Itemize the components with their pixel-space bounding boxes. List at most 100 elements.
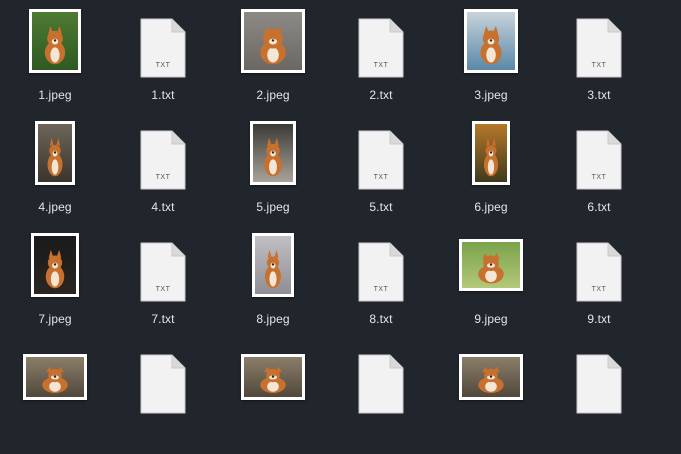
- file-item-partial-19[interactable]: [108, 342, 218, 454]
- image-thumbnail-icon[interactable]: [250, 121, 296, 185]
- image-thumbnail-icon[interactable]: [29, 9, 81, 73]
- txt-badge: TXT: [373, 174, 389, 181]
- file-item-partial-21[interactable]: [326, 342, 436, 454]
- file-name-label: 9.txt: [587, 312, 611, 326]
- document-txt-icon[interactable]: TXT: [140, 18, 186, 83]
- file-icon-area[interactable]: [436, 6, 546, 82]
- file-name-label: 2.txt: [369, 88, 393, 102]
- file-name-label: 5.jpeg: [256, 200, 290, 214]
- txt-badge: TXT: [591, 62, 607, 69]
- file-item-1-jpeg[interactable]: 1.jpeg: [0, 6, 110, 118]
- document-txt-icon[interactable]: TXT: [358, 242, 404, 307]
- file-item-4-jpeg[interactable]: 4.jpeg: [0, 118, 110, 230]
- file-item-8-txt[interactable]: TXT 8.txt: [326, 230, 436, 342]
- file-icon-area[interactable]: [326, 342, 436, 418]
- file-icon-area[interactable]: [0, 6, 110, 82]
- file-icon-area[interactable]: TXT: [544, 118, 654, 194]
- image-thumbnail-icon[interactable]: [241, 354, 305, 400]
- file-icon-area[interactable]: [218, 118, 328, 194]
- file-item-3-jpeg[interactable]: 3.jpeg: [436, 6, 546, 118]
- image-thumbnail-icon[interactable]: [459, 354, 523, 400]
- file-name-label: 1.txt: [151, 88, 175, 102]
- document-txt-icon[interactable]: TXT: [576, 18, 622, 83]
- file-icon-area[interactable]: [436, 230, 546, 306]
- file-item-3-txt[interactable]: TXT 3.txt: [544, 6, 654, 118]
- image-thumbnail-icon[interactable]: [241, 9, 305, 73]
- file-name-label: 3.jpeg: [474, 88, 508, 102]
- image-thumbnail-icon[interactable]: [23, 354, 87, 400]
- file-item-4-txt[interactable]: TXT 4.txt: [108, 118, 218, 230]
- file-name-label: 8.jpeg: [256, 312, 290, 326]
- file-item-partial-18[interactable]: [0, 342, 110, 454]
- file-name-label: 6.txt: [587, 200, 611, 214]
- document-txt-icon[interactable]: [358, 354, 404, 419]
- document-txt-icon[interactable]: TXT: [140, 242, 186, 307]
- image-thumbnail-icon[interactable]: [252, 233, 294, 297]
- txt-badge: TXT: [591, 286, 607, 293]
- file-name-label: 3.txt: [587, 88, 611, 102]
- file-item-2-jpeg[interactable]: 2.jpeg: [218, 6, 328, 118]
- file-icon-area[interactable]: TXT: [326, 6, 436, 82]
- document-txt-icon[interactable]: TXT: [358, 18, 404, 83]
- txt-badge: TXT: [591, 174, 607, 181]
- file-icon-area[interactable]: TXT: [326, 118, 436, 194]
- file-name-label: 2.jpeg: [256, 88, 290, 102]
- image-thumbnail-icon[interactable]: [472, 121, 510, 185]
- file-name-label: 8.txt: [369, 312, 393, 326]
- file-icon-area[interactable]: TXT: [326, 230, 436, 306]
- document-txt-icon[interactable]: TXT: [576, 130, 622, 195]
- file-item-5-txt[interactable]: TXT 5.txt: [326, 118, 436, 230]
- file-item-9-jpeg[interactable]: 9.jpeg: [436, 230, 546, 342]
- document-txt-icon[interactable]: [576, 354, 622, 419]
- image-thumbnail-icon[interactable]: [464, 9, 518, 73]
- image-thumbnail-icon[interactable]: [31, 233, 79, 297]
- file-item-2-txt[interactable]: TXT 2.txt: [326, 6, 436, 118]
- txt-badge: TXT: [155, 62, 171, 69]
- file-item-partial-20[interactable]: [218, 342, 328, 454]
- file-name-label: 5.txt: [369, 200, 393, 214]
- file-icon-area[interactable]: TXT: [108, 6, 218, 82]
- file-name-label: 6.jpeg: [474, 200, 508, 214]
- file-item-7-jpeg[interactable]: 7.jpeg: [0, 230, 110, 342]
- image-thumbnail-icon[interactable]: [35, 121, 75, 185]
- file-item-7-txt[interactable]: TXT 7.txt: [108, 230, 218, 342]
- txt-badge: TXT: [373, 286, 389, 293]
- file-icon-area[interactable]: TXT: [544, 230, 654, 306]
- txt-badge: TXT: [373, 62, 389, 69]
- txt-badge: TXT: [155, 174, 171, 181]
- file-icon-area[interactable]: [436, 118, 546, 194]
- file-icon-area[interactable]: [0, 342, 110, 418]
- file-item-6-txt[interactable]: TXT 6.txt: [544, 118, 654, 230]
- file-item-partial-23[interactable]: [544, 342, 654, 454]
- file-grid: 1.jpeg TXT 1.txt 2.jpeg TXT 2.txt 3.jpeg T…: [0, 0, 681, 414]
- file-icon-area[interactable]: [0, 230, 110, 306]
- file-icon-area[interactable]: TXT: [108, 118, 218, 194]
- file-icon-area[interactable]: TXT: [108, 230, 218, 306]
- document-txt-icon[interactable]: [140, 354, 186, 419]
- file-icon-area[interactable]: [218, 342, 328, 418]
- file-item-1-txt[interactable]: TXT 1.txt: [108, 6, 218, 118]
- file-icon-area[interactable]: TXT: [544, 6, 654, 82]
- file-item-9-txt[interactable]: TXT 9.txt: [544, 230, 654, 342]
- file-icon-area[interactable]: [218, 6, 328, 82]
- document-txt-icon[interactable]: TXT: [140, 130, 186, 195]
- image-thumbnail-icon[interactable]: [459, 239, 523, 291]
- file-name-label: 4.jpeg: [38, 200, 72, 214]
- document-txt-icon[interactable]: TXT: [576, 242, 622, 307]
- file-icon-area[interactable]: [108, 342, 218, 418]
- file-name-label: 7.txt: [151, 312, 175, 326]
- txt-badge: TXT: [155, 286, 171, 293]
- file-icon-area[interactable]: [218, 230, 328, 306]
- file-item-6-jpeg[interactable]: 6.jpeg: [436, 118, 546, 230]
- file-icon-area[interactable]: [436, 342, 546, 418]
- file-item-5-jpeg[interactable]: 5.jpeg: [218, 118, 328, 230]
- document-txt-icon[interactable]: TXT: [358, 130, 404, 195]
- file-name-label: 9.jpeg: [474, 312, 508, 326]
- file-icon-area[interactable]: [0, 118, 110, 194]
- file-name-label: 1.jpeg: [38, 88, 72, 102]
- file-item-partial-22[interactable]: [436, 342, 546, 454]
- file-name-label: 7.jpeg: [38, 312, 72, 326]
- file-name-label: 4.txt: [151, 200, 175, 214]
- file-icon-area[interactable]: [544, 342, 654, 418]
- file-item-8-jpeg[interactable]: 8.jpeg: [218, 230, 328, 342]
